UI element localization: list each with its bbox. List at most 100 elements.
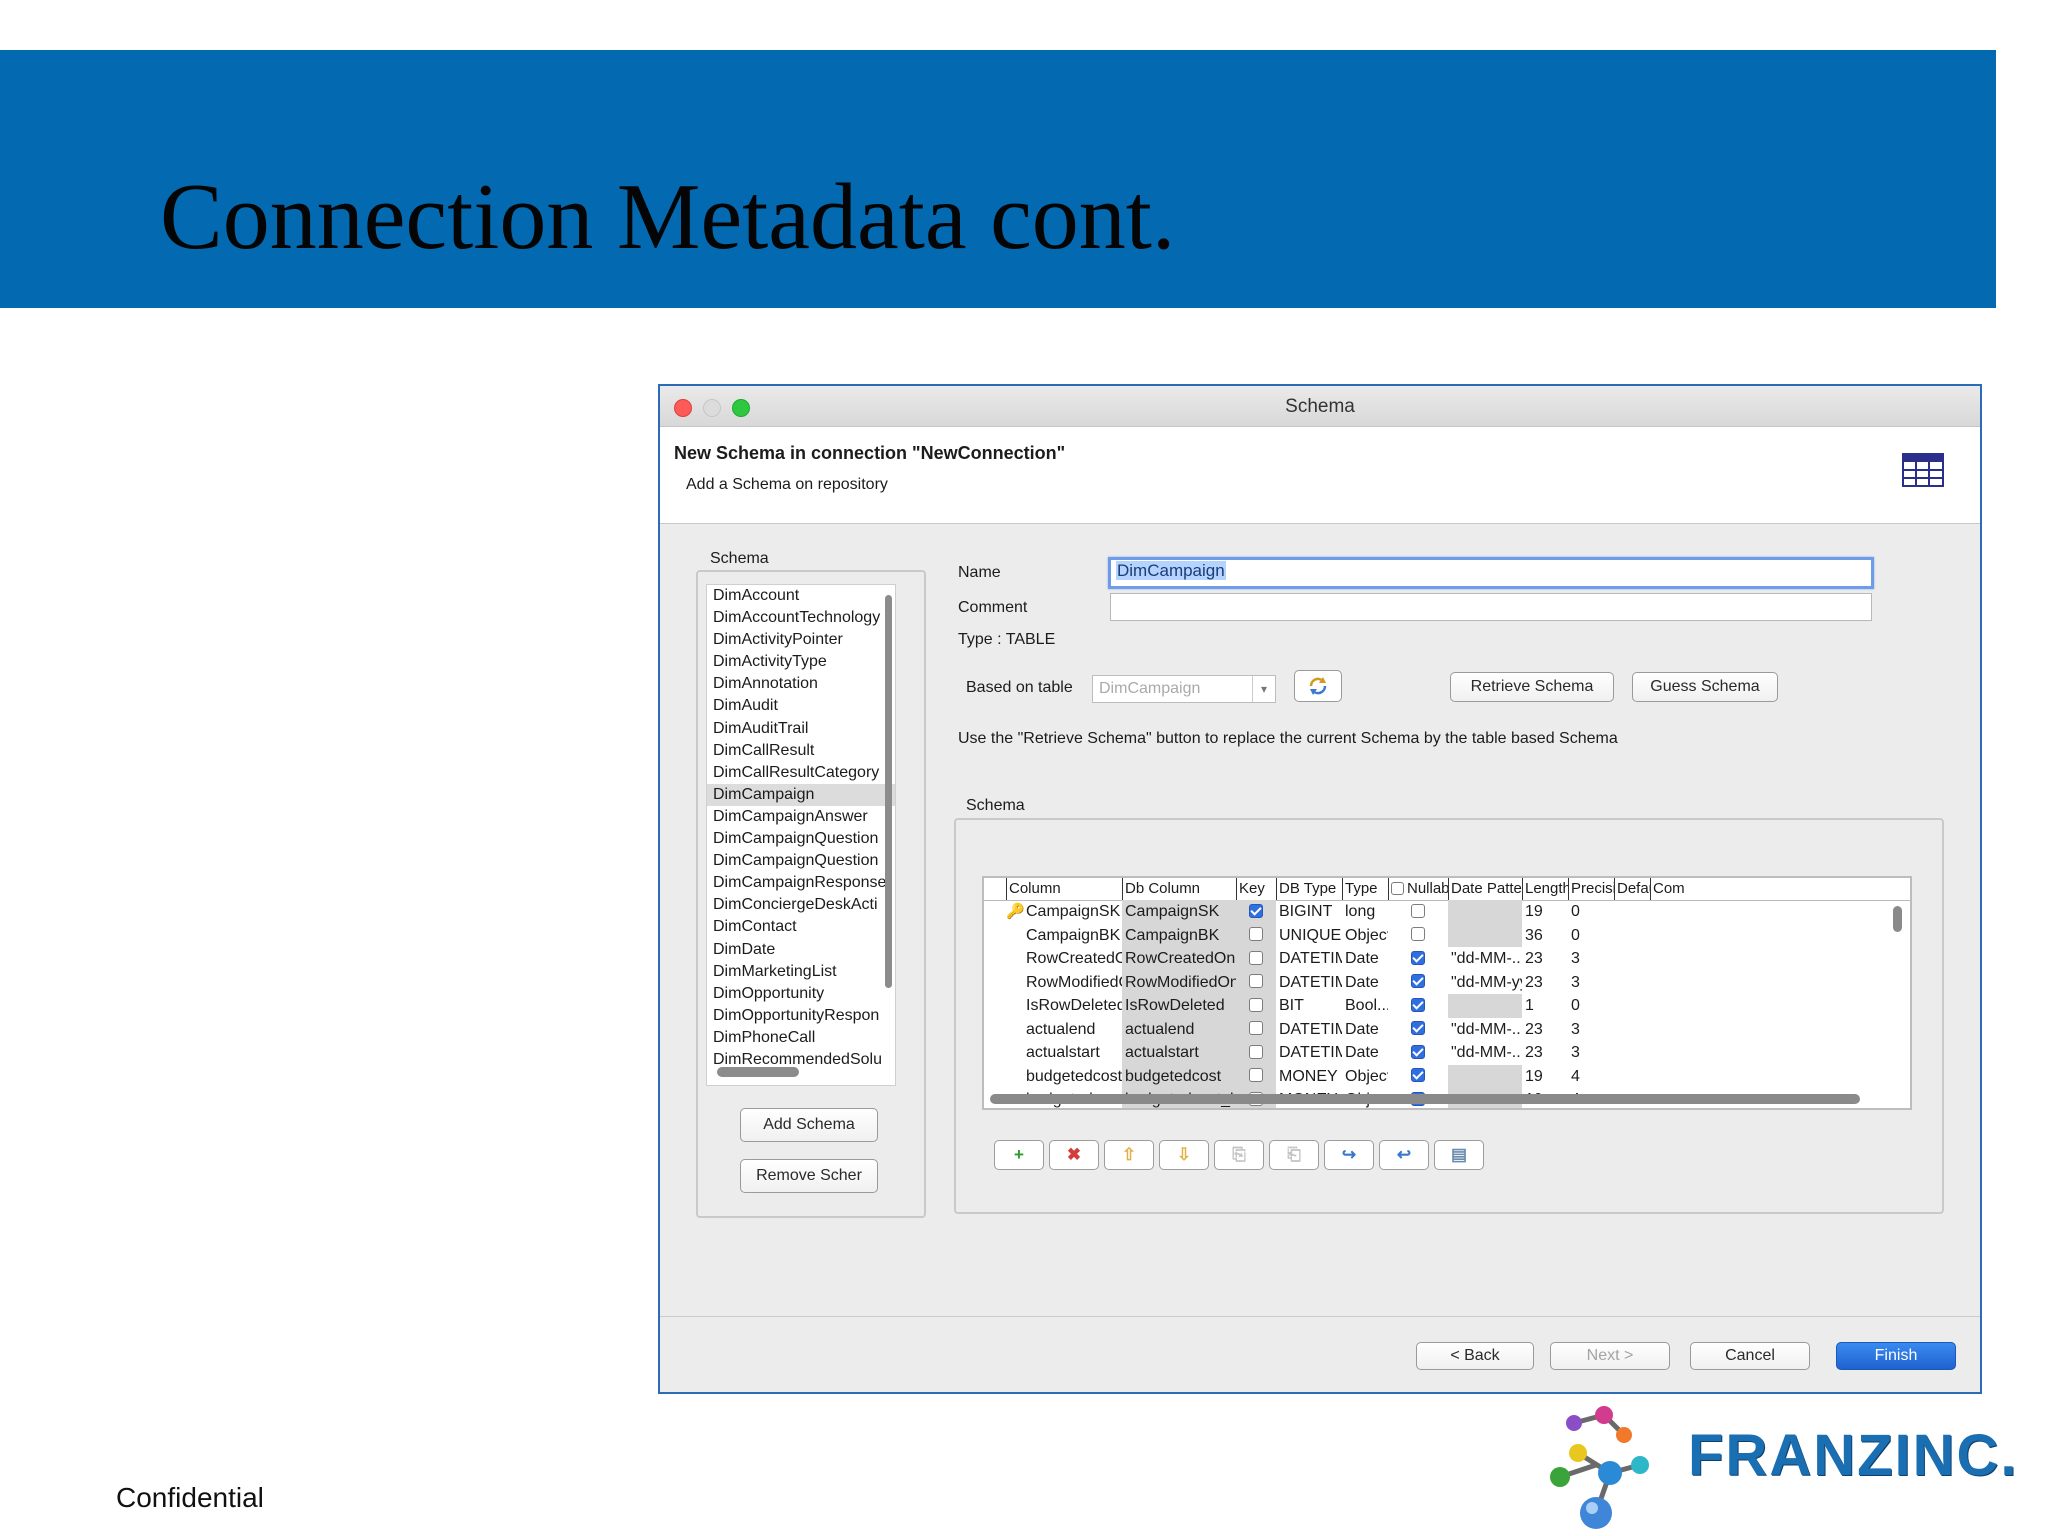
cell-length[interactable]: 23: [1522, 1041, 1568, 1065]
cell-default[interactable]: [1614, 1065, 1650, 1089]
nullable-checkbox[interactable]: [1411, 950, 1425, 965]
table-row[interactable]: budgetedcost budgetedcost MONEY Object 19 4: [984, 1064, 1910, 1089]
cell-nullable[interactable]: [1388, 900, 1448, 924]
refresh-tables-button[interactable]: [1294, 670, 1342, 702]
cell-comment[interactable]: [1650, 947, 1690, 971]
header-key[interactable]: Key: [1236, 878, 1276, 900]
cell-nullable[interactable]: [1388, 1018, 1448, 1042]
cell-precision[interactable]: 0: [1568, 900, 1614, 924]
header-comment[interactable]: Com: [1650, 878, 1690, 900]
cell-date-pattern[interactable]: [1448, 1064, 1522, 1088]
schema-list-item[interactable]: DimPhoneCall: [707, 1027, 895, 1049]
nullable-checkbox[interactable]: [1411, 1068, 1425, 1083]
cell-date-pattern[interactable]: "dd-MM-yyyy": [1448, 971, 1522, 995]
table-row[interactable]: RowModifiedOnRowModifiedOn DATETIMEDate "d…: [984, 970, 1910, 995]
cell-column[interactable]: IsRowDeleted: [1006, 994, 1122, 1018]
cell-db-column[interactable]: IsRowDeleted: [1122, 994, 1236, 1018]
finish-button[interactable]: Finish: [1836, 1342, 1956, 1370]
cell-db-column[interactable]: RowModifiedOn: [1122, 970, 1236, 994]
cell-column[interactable]: actualend: [1006, 1018, 1122, 1042]
nullable-checkbox[interactable]: [1411, 1044, 1425, 1059]
cell-date-pattern[interactable]: "dd-MM-...: [1448, 947, 1522, 971]
table-row[interactable]: actualend actualend DATETIMEDate "dd-MM-...…: [984, 1017, 1910, 1042]
cell-date-pattern[interactable]: [1448, 900, 1522, 924]
table-row[interactable]: 🔑 CampaignSK CampaignSK BIGINT long 19 0: [984, 900, 1910, 924]
cell-default[interactable]: [1614, 947, 1650, 971]
cell-comment[interactable]: [1650, 1065, 1690, 1089]
key-checkbox[interactable]: [1249, 997, 1263, 1012]
copy-button[interactable]: ⎘: [1214, 1140, 1264, 1170]
cell-default[interactable]: [1614, 1041, 1650, 1065]
schema-list-item[interactable]: DimOpportunityRespon: [707, 1005, 895, 1027]
schema-list-item[interactable]: DimCallResultCategory: [707, 762, 895, 784]
schema-list[interactable]: DimAccount DimAccountTechnology DimActivit…: [706, 584, 896, 1086]
schema-list-item[interactable]: DimCampaign: [707, 783, 895, 806]
cell-db-type[interactable]: BIT: [1276, 994, 1342, 1018]
cell-type[interactable]: Date: [1342, 1018, 1388, 1042]
cell-default[interactable]: [1614, 924, 1650, 948]
cell-key[interactable]: [1236, 1017, 1276, 1041]
cell-key[interactable]: [1236, 923, 1276, 947]
schema-list-item[interactable]: DimAccountTechnology: [707, 607, 895, 629]
export-button[interactable]: ↩: [1379, 1140, 1429, 1170]
name-field[interactable]: DimCampaign: [1108, 557, 1874, 589]
schema-list-item[interactable]: DimActivityPointer: [707, 629, 895, 651]
cell-default[interactable]: [1614, 994, 1650, 1018]
schema-list-item[interactable]: DimAudit: [707, 695, 895, 717]
retrieve-schema-button[interactable]: Retrieve Schema: [1450, 672, 1614, 702]
cell-db-type[interactable]: BIGINT: [1276, 900, 1342, 924]
cell-length[interactable]: 23: [1522, 947, 1568, 971]
cell-precision[interactable]: 0: [1568, 994, 1614, 1018]
cell-column[interactable]: budgetedcost: [1006, 1065, 1122, 1089]
cell-nullable[interactable]: [1388, 994, 1448, 1018]
cancel-button[interactable]: Cancel: [1690, 1342, 1810, 1370]
schema-list-item[interactable]: DimActivityType: [707, 651, 895, 673]
cell-default[interactable]: [1614, 971, 1650, 995]
key-checkbox[interactable]: [1249, 927, 1263, 942]
cell-precision[interactable]: 3: [1568, 947, 1614, 971]
cell-column[interactable]: RowCreatedOn: [1006, 947, 1122, 971]
cell-key[interactable]: [1236, 1041, 1276, 1065]
header-db-type[interactable]: DB Type: [1276, 878, 1342, 900]
cell-db-column[interactable]: CampaignSK: [1122, 900, 1236, 924]
move-up-button[interactable]: ⇧: [1104, 1140, 1154, 1170]
header-db-column[interactable]: Db Column: [1122, 878, 1236, 900]
next-button[interactable]: Next >: [1550, 1342, 1670, 1370]
add-row-button[interactable]: +: [994, 1140, 1044, 1170]
cell-key[interactable]: [1236, 994, 1276, 1018]
cell-column[interactable]: RowModifiedOn: [1006, 971, 1122, 995]
cell-db-type[interactable]: DATETIME: [1276, 947, 1342, 971]
nullable-checkbox[interactable]: [1411, 1021, 1425, 1036]
schema-list-item[interactable]: DimCallResult: [707, 740, 895, 762]
schema-list-item[interactable]: DimDate: [707, 939, 895, 961]
cell-type[interactable]: long: [1342, 900, 1388, 924]
cell-precision[interactable]: 0: [1568, 924, 1614, 948]
cell-db-column[interactable]: RowCreatedOn: [1122, 947, 1236, 971]
header-type[interactable]: Type: [1342, 878, 1388, 900]
schema-list-item[interactable]: DimCampaignResponse: [707, 872, 895, 894]
key-checkbox[interactable]: [1249, 950, 1263, 965]
cell-type[interactable]: Object: [1342, 924, 1388, 948]
cell-length[interactable]: 1: [1522, 994, 1568, 1018]
import-button[interactable]: ↪: [1324, 1140, 1374, 1170]
cell-comment[interactable]: [1650, 994, 1690, 1018]
schema-list-item[interactable]: DimAccount: [707, 585, 895, 607]
nullable-checkbox[interactable]: [1411, 903, 1425, 918]
cell-key[interactable]: [1236, 970, 1276, 994]
cell-precision[interactable]: 3: [1568, 1018, 1614, 1042]
cell-comment[interactable]: [1650, 900, 1690, 924]
table-vertical-scrollbar[interactable]: [1893, 906, 1902, 932]
cell-default[interactable]: [1614, 900, 1650, 924]
schema-list-item[interactable]: DimConciergeDeskActi: [707, 894, 895, 916]
cell-db-type[interactable]: UNIQUEI...: [1276, 924, 1342, 948]
cell-comment[interactable]: [1650, 1018, 1690, 1042]
key-checkbox[interactable]: [1249, 903, 1263, 918]
cell-date-pattern[interactable]: "dd-MM-...: [1448, 1018, 1522, 1042]
cell-key[interactable]: [1236, 900, 1276, 924]
paste-button[interactable]: ⎗: [1269, 1140, 1319, 1170]
cell-precision[interactable]: 3: [1568, 1041, 1614, 1065]
add-schema-button[interactable]: Add Schema: [740, 1108, 878, 1142]
schema-list-vertical-scrollbar[interactable]: [885, 595, 892, 988]
cell-nullable[interactable]: [1388, 1041, 1448, 1065]
cell-length[interactable]: 19: [1522, 900, 1568, 924]
